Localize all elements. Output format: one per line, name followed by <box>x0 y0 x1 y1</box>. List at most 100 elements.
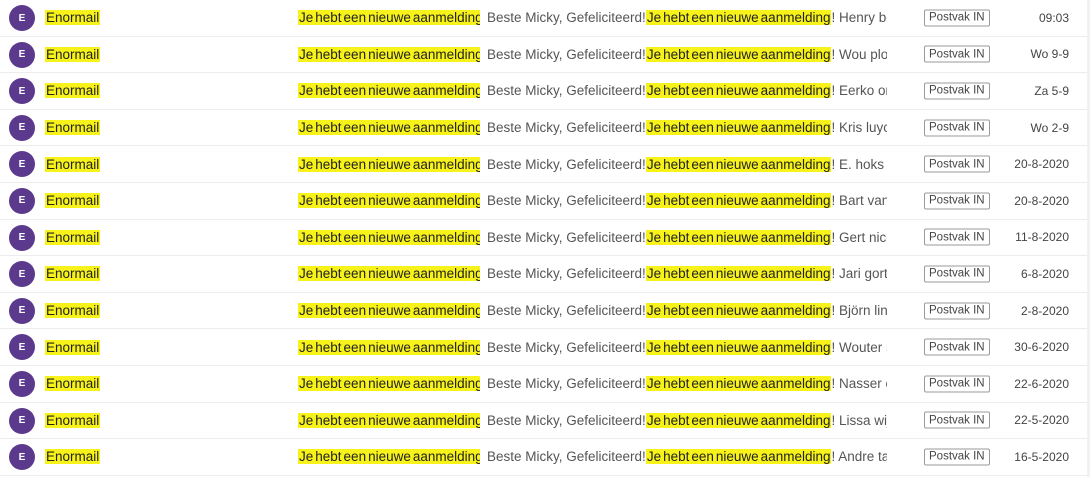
preview-tail: ! Nasser el ... <box>831 376 887 392</box>
message-date: 20-8-2020 <box>1014 157 1069 172</box>
message-row[interactable]: EEnormailJehebteennieuweaanmelding!Beste… <box>0 37 1090 74</box>
sender-avatar[interactable]: E <box>9 41 35 68</box>
search-highlight: hebt <box>314 83 343 99</box>
search-highlight: Je <box>645 449 663 465</box>
search-highlight: nieuwe <box>367 46 412 62</box>
search-highlight: een <box>690 303 715 319</box>
sender-avatar[interactable]: E <box>9 224 35 251</box>
message-list: EEnormailJehebteennieuweaanmelding!Beste… <box>0 0 1090 477</box>
sender-highlight: Enormail <box>45 120 101 136</box>
message-row[interactable]: EEnormailJehebteennieuweaanmelding!Beste… <box>0 329 1090 366</box>
preview-tail: ! Jari gort h... <box>831 266 887 282</box>
message-date: 30-6-2020 <box>1014 340 1069 355</box>
sender-avatar[interactable]: E <box>9 187 35 214</box>
sender-avatar[interactable]: E <box>9 261 35 288</box>
search-highlight: aanmelding <box>759 412 832 428</box>
sender-highlight: Enormail <box>45 449 101 465</box>
message-subject: Jehebteennieuweaanmelding! <box>298 110 480 146</box>
search-highlight: een <box>690 156 715 172</box>
preview-lead: Beste Micky, Gefeliciteerd! <box>487 156 646 172</box>
search-highlight: aanmelding <box>759 193 832 209</box>
message-subject: Jehebteennieuweaanmelding! <box>298 293 480 329</box>
message-row[interactable]: EEnormailJehebteennieuweaanmelding!Beste… <box>0 0 1090 37</box>
folder-tag[interactable]: Postvak IN <box>924 45 990 63</box>
message-row[interactable]: EEnormailJehebteennieuweaanmelding!Beste… <box>0 146 1090 183</box>
sender-name: Enormail <box>45 256 285 292</box>
sender-avatar[interactable]: E <box>9 5 35 31</box>
preview-lead: Beste Micky, Gefeliciteerd! <box>487 449 646 465</box>
message-preview: Beste Micky, Gefeliciteerd! Je hebt een nieu… <box>487 293 887 329</box>
message-row[interactable]: EEnormailJehebteennieuweaanmelding!Beste… <box>0 256 1090 293</box>
search-highlight: Je <box>645 266 663 282</box>
sender-avatar[interactable]: E <box>9 370 35 397</box>
message-row[interactable]: EEnormailJehebteennieuweaanmelding!Beste… <box>0 403 1090 440</box>
sender-name: Enormail <box>45 220 285 256</box>
folder-tag[interactable]: Postvak IN <box>924 338 990 356</box>
folder-tag[interactable]: Postvak IN <box>924 9 990 27</box>
folder-tag[interactable]: Postvak IN <box>924 155 990 173</box>
sender-highlight: Enormail <box>45 83 101 99</box>
message-row[interactable]: EEnormailJehebteennieuweaanmelding!Beste… <box>0 183 1090 220</box>
message-date: Wo 2-9 <box>1030 120 1069 135</box>
folder-tag[interactable]: Postvak IN <box>924 192 990 210</box>
search-highlight: nieuwe <box>714 266 760 282</box>
sender-avatar[interactable]: E <box>9 444 35 471</box>
sender-avatar[interactable]: E <box>9 334 35 361</box>
search-highlight: nieuwe <box>714 83 760 99</box>
folder-tag[interactable]: Postvak IN <box>924 119 990 137</box>
message-preview: Beste Micky, Gefeliciteerd! Je hebt een nieu… <box>487 329 887 365</box>
search-highlight: hebt <box>662 303 691 319</box>
message-subject: Jehebteennieuweaanmelding! <box>298 220 480 256</box>
search-highlight: hebt <box>662 193 691 209</box>
message-row[interactable]: EEnormailJehebteennieuweaanmelding!Beste… <box>0 73 1090 110</box>
folder-tag[interactable]: Postvak IN <box>924 375 990 393</box>
search-highlight: nieuwe <box>714 229 760 245</box>
search-highlight: aanmelding <box>759 156 832 172</box>
message-row[interactable]: EEnormailJehebteennieuweaanmelding!Beste… <box>0 366 1090 403</box>
folder-tag[interactable]: Postvak IN <box>924 448 990 466</box>
folder-tag[interactable]: Postvak IN <box>924 411 990 429</box>
message-row[interactable]: EEnormailJehebteennieuweaanmelding!Beste… <box>0 220 1090 257</box>
search-highlight: Je <box>298 266 315 282</box>
message-date: 6-8-2020 <box>1020 266 1069 281</box>
message-subject: Jehebteennieuweaanmelding! <box>298 439 480 475</box>
message-row[interactable]: E Enormail Jehebteennieuweaanmelding! Beste… <box>0 439 1090 476</box>
search-highlight: nieuwe <box>367 339 412 355</box>
sender-avatar[interactable]: E <box>9 114 35 141</box>
search-highlight: aanmelding <box>411 266 480 282</box>
search-highlight: hebt <box>662 412 691 428</box>
message-row[interactable]: EEnormailJehebteennieuweaanmelding!Beste… <box>0 110 1090 147</box>
sender-avatar[interactable]: E <box>9 151 35 178</box>
search-highlight: aanmelding <box>411 83 480 99</box>
preview-tail: ! Bart van vr... <box>831 193 887 209</box>
folder-tag[interactable]: Postvak IN <box>924 265 990 283</box>
search-highlight: nieuwe <box>367 412 412 428</box>
preview-lead: Beste Micky, Gefeliciteerd! <box>487 46 646 62</box>
folder-tag[interactable]: Postvak IN <box>924 302 990 320</box>
search-highlight: een <box>342 376 368 392</box>
search-highlight: Je <box>645 376 663 392</box>
sender-name: Enormail <box>45 329 285 365</box>
folder-tag[interactable]: Postvak IN <box>924 228 990 246</box>
search-highlight: aanmelding <box>411 229 480 245</box>
search-highlight: nieuwe <box>367 10 412 26</box>
sender-avatar[interactable]: E <box>9 78 35 105</box>
preview-tail: ! Gert nicol... <box>831 229 887 245</box>
search-highlight: Je <box>298 229 315 245</box>
sender-avatar[interactable]: E <box>9 297 35 324</box>
search-highlight: een <box>342 10 368 26</box>
search-highlight: nieuwe <box>367 120 412 136</box>
search-highlight: nieuwe <box>714 376 760 392</box>
search-highlight: hebt <box>314 46 343 62</box>
search-highlight: aanmelding <box>411 10 480 26</box>
message-row[interactable]: EEnormailJehebteennieuweaanmelding!Beste… <box>0 293 1090 330</box>
search-highlight: nieuwe <box>714 339 760 355</box>
folder-tag[interactable]: Postvak IN <box>924 82 990 100</box>
preview-tail: ! Lissa wijne... <box>831 412 887 428</box>
search-highlight: hebt <box>314 266 343 282</box>
search-highlight: Je <box>298 156 315 172</box>
search-highlight: een <box>690 412 715 428</box>
search-highlight: een <box>690 449 715 465</box>
sender-avatar[interactable]: E <box>9 407 35 434</box>
search-highlight: een <box>342 120 368 136</box>
